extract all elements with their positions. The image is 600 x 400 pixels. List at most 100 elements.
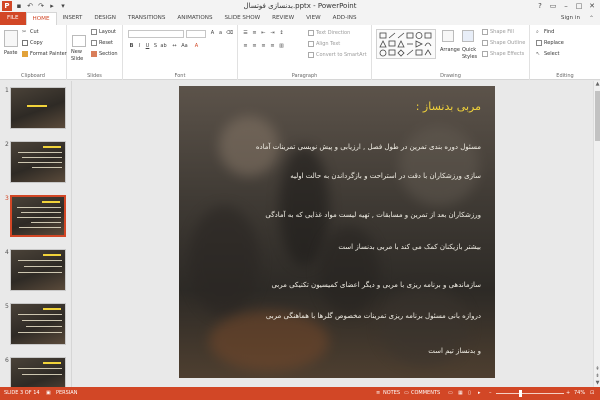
tab-view[interactable]: VIEW — [300, 12, 327, 25]
underline-icon[interactable]: U — [144, 43, 151, 50]
paste-icon[interactable] — [4, 30, 18, 47]
close-icon[interactable]: ✕ — [586, 1, 598, 11]
shrink-font-icon[interactable]: a — [217, 30, 224, 37]
shape-effects-button[interactable]: Shape Effects — [482, 51, 524, 57]
help-icon[interactable]: ? — [534, 1, 546, 11]
slide-thumbnail[interactable] — [10, 303, 66, 345]
current-slide[interactable]: مربی بدنساز : مسئول دوره بندی تمرین در ط… — [179, 86, 495, 378]
tab-file[interactable]: FILE — [0, 12, 26, 25]
tab-animations[interactable]: ANIMATIONS — [171, 12, 218, 25]
sign-in-link[interactable]: Sign in — [561, 12, 580, 25]
slide-thumbnail[interactable] — [10, 249, 66, 291]
paste-button[interactable]: Paste — [4, 50, 18, 56]
align-center-icon[interactable]: ≡ — [251, 43, 258, 50]
align-text-button[interactable]: Align Text — [308, 41, 340, 47]
ribbon-display-icon[interactable]: ▭ — [547, 1, 559, 11]
columns-icon[interactable]: ▥ — [278, 43, 285, 50]
quick-styles-icon[interactable] — [462, 30, 474, 42]
char-spacing-icon[interactable]: ↔ — [171, 43, 178, 50]
shapes-gallery[interactable] — [376, 29, 436, 59]
next-slide-icon[interactable]: ⇟ — [594, 373, 600, 380]
slide-thumbnail[interactable] — [10, 87, 66, 129]
align-left-icon[interactable]: ≡ — [242, 43, 249, 50]
font-name-input[interactable] — [128, 30, 184, 38]
notes-button[interactable]: NOTES — [383, 387, 400, 400]
slide-thumbnail[interactable] — [10, 357, 66, 387]
thumbnail-text-line — [18, 260, 62, 261]
previous-slide-icon[interactable]: ⇞ — [594, 366, 600, 373]
grow-font-icon[interactable]: A — [209, 30, 216, 37]
line-spacing-icon[interactable]: ↕ — [278, 30, 285, 37]
justify-icon[interactable]: ≡ — [269, 43, 276, 50]
quick-styles-label: Quick — [462, 47, 477, 53]
select-button[interactable]: ↖ Select — [536, 51, 559, 57]
comments-button[interactable]: COMMENTS — [411, 387, 440, 400]
section-button[interactable]: Section — [91, 51, 118, 57]
shadow-icon[interactable]: S — [152, 43, 159, 50]
increase-indent-icon[interactable]: ⇥ — [269, 30, 276, 37]
decrease-indent-icon[interactable]: ⇤ — [260, 30, 267, 37]
zoom-slider-handle[interactable] — [518, 390, 522, 397]
fit-slide-icon[interactable]: ⊡ — [590, 387, 594, 400]
clear-format-icon[interactable]: ⌫ — [226, 30, 233, 37]
scrollbar-thumb[interactable] — [595, 91, 600, 141]
change-case-icon[interactable]: Aa — [181, 43, 188, 50]
tab-add-ins[interactable]: ADD-INS — [327, 12, 363, 25]
language-indicator[interactable]: PERSIAN — [56, 387, 77, 400]
slide-title[interactable]: مربی بدنساز : — [416, 100, 481, 113]
reset-button[interactable]: Reset — [91, 40, 113, 46]
replace-button[interactable]: Replace — [536, 40, 564, 46]
vertical-scrollbar[interactable]: ▲ ⇞ ⇟ ▼ — [593, 81, 600, 387]
layout-button[interactable]: Layout — [91, 29, 116, 35]
scroll-down-icon[interactable]: ▼ — [594, 380, 600, 387]
minimize-icon[interactable]: – — [560, 1, 572, 11]
fill-bucket-icon — [482, 29, 488, 35]
bullets-icon[interactable]: ☰ — [242, 30, 249, 37]
convert-smartart-button[interactable]: Convert to SmartArt — [308, 52, 367, 58]
strikethrough-icon[interactable]: ab — [160, 43, 167, 50]
format-painter-button[interactable]: Format Painter — [22, 51, 67, 57]
thumbnail-title-bar — [43, 362, 61, 364]
tab-slide-show[interactable]: SLIDE SHOW — [219, 12, 267, 25]
slideshow-view-icon[interactable]: ▸ — [478, 387, 481, 400]
cut-label: Cut — [30, 29, 39, 35]
zoom-slider[interactable] — [496, 393, 564, 394]
slide-thumbnail-selected[interactable] — [10, 195, 66, 237]
tab-transitions[interactable]: TRANSITIONS — [122, 12, 172, 25]
arrange-icon[interactable] — [442, 30, 454, 42]
cut-button[interactable]: ✂ Cut — [22, 29, 39, 35]
reading-view-icon[interactable]: ▯ — [468, 387, 471, 400]
proofing-icon[interactable]: ▣ — [46, 387, 51, 400]
zoom-out-icon[interactable]: – — [489, 387, 492, 400]
scroll-up-icon[interactable]: ▲ — [594, 81, 600, 88]
collapse-ribbon-icon[interactable]: ⌃ — [589, 12, 594, 25]
tab-review[interactable]: REVIEW — [266, 12, 300, 25]
slide-thumbnail[interactable] — [10, 141, 66, 183]
font-color-icon[interactable]: A — [193, 43, 200, 50]
zoom-in-icon[interactable]: + — [566, 387, 570, 400]
zoom-level[interactable]: 74% — [574, 387, 585, 400]
thumbnail-background — [11, 250, 65, 290]
slide-indicator: SLIDE 3 OF 14 — [4, 390, 40, 396]
numbering-icon[interactable]: ≡ — [251, 30, 258, 37]
arrange-label[interactable]: Arrange — [440, 47, 460, 53]
bold-icon[interactable]: B — [128, 43, 135, 50]
new-slide-icon[interactable] — [72, 35, 86, 47]
slide-sorter-icon[interactable]: ▦ — [458, 387, 463, 400]
shape-fill-button[interactable]: Shape Fill — [482, 29, 514, 35]
tab-home[interactable]: HOME — [25, 12, 57, 25]
italic-icon[interactable]: I — [136, 43, 143, 50]
maximize-icon[interactable]: □ — [573, 1, 585, 11]
thumbnail-number: 4 — [5, 249, 9, 256]
copy-button[interactable]: Copy — [22, 40, 43, 46]
thumbnail-text-line — [32, 167, 62, 168]
align-right-icon[interactable]: ≡ — [260, 43, 267, 50]
select-icon: ↖ — [536, 51, 541, 57]
tab-insert[interactable]: INSERT — [57, 12, 89, 25]
find-button[interactable]: ⌕ Find — [536, 29, 554, 35]
font-size-input[interactable] — [186, 30, 206, 38]
normal-view-icon[interactable]: ▭ — [448, 387, 453, 400]
text-direction-button[interactable]: Text Direction — [308, 30, 350, 36]
shape-outline-button[interactable]: Shape Outline — [482, 40, 525, 46]
tab-design[interactable]: DESIGN — [88, 12, 122, 25]
